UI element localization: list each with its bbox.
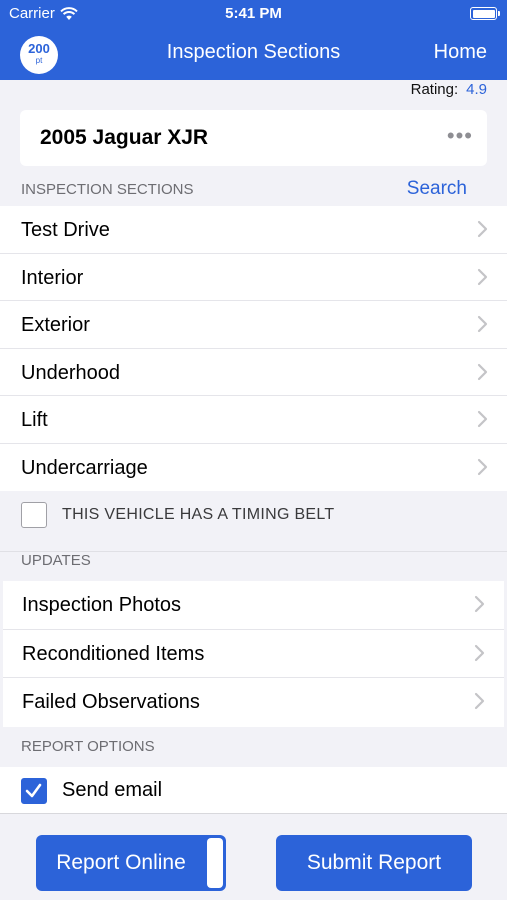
submit-report-button[interactable]: Submit Report <box>276 835 472 891</box>
chevron-right-icon <box>477 458 488 475</box>
list-item-label: Exterior <box>21 314 90 336</box>
more-options-button[interactable]: ••• <box>447 123 473 149</box>
chevron-right-icon <box>477 363 488 380</box>
list-item-lift[interactable]: Lift <box>0 396 507 444</box>
timing-belt-row[interactable]: THIS VEHICLE HAS A TIMING BELT <box>0 491 507 539</box>
battery-icon <box>470 7 500 20</box>
list-item-label: Inspection Photos <box>22 594 181 616</box>
vehicle-card[interactable]: 2005 Jaguar XJR ••• <box>20 110 487 166</box>
chevron-right-icon <box>477 315 488 333</box>
send-email-checkbox[interactable] <box>21 778 47 804</box>
rating-value: 4.9 <box>466 81 487 98</box>
timing-belt-checkbox[interactable] <box>21 502 47 528</box>
search-button[interactable]: Search <box>407 178 467 200</box>
list-item-interior[interactable]: Interior <box>0 254 507 301</box>
bottom-action-bar: Report Online Submit Report <box>0 813 507 900</box>
chevron-right-icon <box>477 410 488 428</box>
status-time: 5:41 PM <box>225 5 282 22</box>
updates-list: Inspection Photos Reconditioned Items Fa… <box>3 581 504 727</box>
checkmark-icon <box>25 783 42 798</box>
chevron-right-icon <box>474 595 485 613</box>
report-online-toggle[interactable] <box>207 838 223 888</box>
send-email-label: Send email <box>62 779 163 801</box>
report-online-label: Report Online <box>56 851 186 874</box>
chevron-right-icon <box>477 268 488 285</box>
page-title: Inspection Sections <box>166 41 341 63</box>
updates-label: UPDATES <box>21 552 91 569</box>
top-bar: Carrier 5:41 PM 200 pt Inspection Sectio… <box>0 0 507 80</box>
status-bar: Carrier 5:41 PM <box>0 0 507 28</box>
list-item-reconditioned-items[interactable]: Reconditioned Items <box>3 630 504 678</box>
report-options-label: REPORT OPTIONS <box>21 738 155 755</box>
list-item-label: Undercarriage <box>21 456 148 479</box>
list-item-label: Reconditioned Items <box>22 642 205 665</box>
navigation-bar: 200 pt Inspection Sections Home <box>0 28 507 80</box>
list-item-failed-observations[interactable]: Failed Observations <box>3 678 504 727</box>
inspection-sections-label: INSPECTION SECTIONS <box>21 181 194 198</box>
chevron-right-icon <box>474 644 485 661</box>
inspection-sections-list: Test Drive Interior Exterior Underhood L… <box>0 206 507 491</box>
chevron-right-icon <box>474 692 485 710</box>
report-online-button[interactable]: Report Online <box>36 835 226 891</box>
home-button[interactable]: Home <box>434 41 487 64</box>
list-item-underhood[interactable]: Underhood <box>0 349 507 396</box>
list-item-label: Underhood <box>21 361 120 384</box>
list-item-label: Failed Observations <box>22 691 200 713</box>
list-item-exterior[interactable]: Exterior <box>0 301 507 349</box>
chevron-right-icon <box>477 220 488 238</box>
vehicle-name: 2005 Jaguar XJR <box>40 126 209 149</box>
rating-label: Rating: <box>410 81 459 98</box>
timing-belt-label: THIS VEHICLE HAS A TIMING BELT <box>62 506 335 523</box>
list-item-undercarriage[interactable]: Undercarriage <box>0 444 507 492</box>
rating-display: Rating: 4.9 <box>411 81 487 98</box>
list-item-test-drive[interactable]: Test Drive <box>0 206 507 254</box>
list-item-label: Lift <box>21 409 48 431</box>
send-email-row[interactable]: Send email <box>0 767 507 813</box>
updates-header: UPDATES <box>0 551 507 569</box>
list-item-label: Interior <box>21 266 84 289</box>
list-item-inspection-photos[interactable]: Inspection Photos <box>3 581 504 630</box>
list-item-label: Test Drive <box>21 219 110 241</box>
